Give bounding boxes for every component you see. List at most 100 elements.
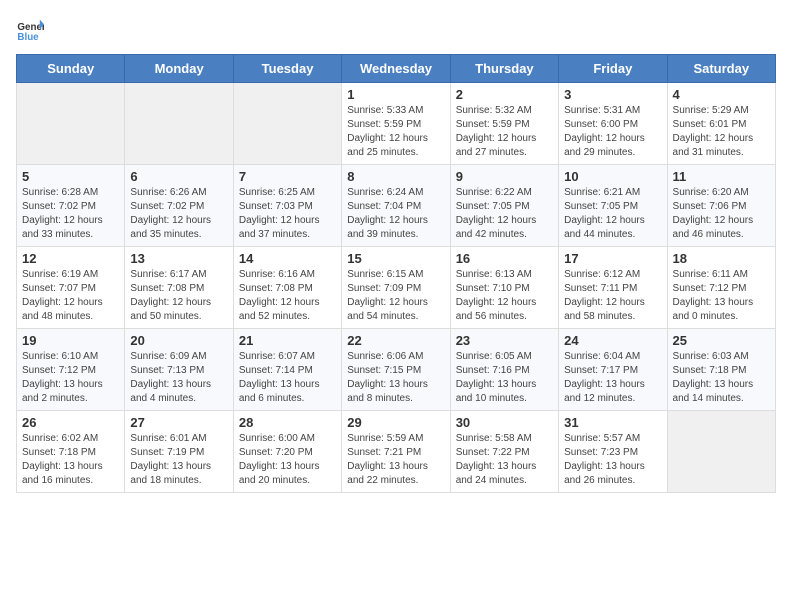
day-cell [667, 411, 775, 493]
day-info: Sunrise: 6:24 AM Sunset: 7:04 PM Dayligh… [347, 186, 444, 242]
day-cell: 6 Sunrise: 6:26 AM Sunset: 7:02 PM Daylig… [125, 165, 233, 247]
day-cell: 2Sunrise: 5:32 AM Sunset: 5:59 PM Daylig… [450, 83, 558, 165]
day-header-wednesday: Wednesday [342, 55, 450, 83]
day-cell: 18 Sunrise: 6:11 AM Sunset: 7:12 PM Dayli… [667, 247, 775, 329]
day-number: 13 [130, 251, 227, 266]
day-cell: 21 Sunrise: 6:07 AM Sunset: 7:14 PM Dayli… [233, 329, 341, 411]
day-cell: 31 Sunrise: 5:57 AM Sunset: 7:23 PM Dayli… [559, 411, 667, 493]
day-header-saturday: Saturday [667, 55, 775, 83]
day-info: Sunrise: 6:07 AM Sunset: 7:14 PM Dayligh… [239, 350, 336, 406]
week-row-5: 26 Sunrise: 6:02 AM Sunset: 7:18 PM Dayli… [17, 411, 776, 493]
day-number: 8 [347, 169, 444, 184]
day-number: 11 [673, 169, 770, 184]
day-info: Sunrise: 6:20 AM Sunset: 7:06 PM Dayligh… [673, 186, 770, 242]
day-cell: 3Sunrise: 5:31 AM Sunset: 6:00 PM Daylig… [559, 83, 667, 165]
day-info: Sunrise: 6:13 AM Sunset: 7:10 PM Dayligh… [456, 268, 553, 324]
day-number: 26 [22, 415, 119, 430]
day-cell: 23 Sunrise: 6:05 AM Sunset: 7:16 PM Dayli… [450, 329, 558, 411]
day-number: 24 [564, 333, 661, 348]
day-cell: 26 Sunrise: 6:02 AM Sunset: 7:18 PM Dayli… [17, 411, 125, 493]
day-number: 1 [347, 87, 444, 102]
day-number: 9 [456, 169, 553, 184]
day-cell: 25Sunrise: 6:03 AM Sunset: 7:18 PM Dayli… [667, 329, 775, 411]
day-info: Sunrise: 6:16 AM Sunset: 7:08 PM Dayligh… [239, 268, 336, 324]
day-number: 21 [239, 333, 336, 348]
day-header-tuesday: Tuesday [233, 55, 341, 83]
day-number: 4 [673, 87, 770, 102]
day-info: Sunrise: 6:03 AM Sunset: 7:18 PM Dayligh… [673, 350, 770, 406]
day-info: Sunrise: 5:57 AM Sunset: 7:23 PM Dayligh… [564, 432, 661, 488]
day-info: Sunrise: 6:22 AM Sunset: 7:05 PM Dayligh… [456, 186, 553, 242]
days-header-row: SundayMondayTuesdayWednesdayThursdayFrid… [17, 55, 776, 83]
day-number: 19 [22, 333, 119, 348]
day-cell: 15 Sunrise: 6:15 AM Sunset: 7:09 PM Dayli… [342, 247, 450, 329]
week-row-4: 19 Sunrise: 6:10 AM Sunset: 7:12 PM Dayli… [17, 329, 776, 411]
day-cell: 14 Sunrise: 6:16 AM Sunset: 7:08 PM Dayli… [233, 247, 341, 329]
day-cell: 27 Sunrise: 6:01 AM Sunset: 7:19 PM Dayli… [125, 411, 233, 493]
day-info: Sunrise: 6:26 AM Sunset: 7:02 PM Dayligh… [130, 186, 227, 242]
day-number: 6 [130, 169, 227, 184]
day-info: Sunrise: 6:06 AM Sunset: 7:15 PM Dayligh… [347, 350, 444, 406]
day-info: Sunrise: 6:28 AM Sunset: 7:02 PM Dayligh… [22, 186, 119, 242]
day-info: Sunrise: 6:05 AM Sunset: 7:16 PM Dayligh… [456, 350, 553, 406]
day-number: 10 [564, 169, 661, 184]
day-number: 22 [347, 333, 444, 348]
day-cell: 1 Sunrise: 5:33 AM Sunset: 5:59 PM Daylig… [342, 83, 450, 165]
day-info: Sunrise: 6:15 AM Sunset: 7:09 PM Dayligh… [347, 268, 444, 324]
day-number: 28 [239, 415, 336, 430]
day-info: Sunrise: 5:33 AM Sunset: 5:59 PM Dayligh… [347, 104, 444, 160]
day-cell: 11 Sunrise: 6:20 AM Sunset: 7:06 PM Dayli… [667, 165, 775, 247]
day-cell: 10 Sunrise: 6:21 AM Sunset: 7:05 PM Dayli… [559, 165, 667, 247]
day-info: Sunrise: 6:01 AM Sunset: 7:19 PM Dayligh… [130, 432, 227, 488]
day-number: 23 [456, 333, 553, 348]
day-cell: 20Sunrise: 6:09 AM Sunset: 7:13 PM Dayli… [125, 329, 233, 411]
day-cell: 16 Sunrise: 6:13 AM Sunset: 7:10 PM Dayli… [450, 247, 558, 329]
day-cell [125, 83, 233, 165]
day-cell: 8 Sunrise: 6:24 AM Sunset: 7:04 PM Daylig… [342, 165, 450, 247]
day-cell: 30Sunrise: 5:58 AM Sunset: 7:22 PM Dayli… [450, 411, 558, 493]
day-info: Sunrise: 6:10 AM Sunset: 7:12 PM Dayligh… [22, 350, 119, 406]
day-cell: 19 Sunrise: 6:10 AM Sunset: 7:12 PM Dayli… [17, 329, 125, 411]
calendar: SundayMondayTuesdayWednesdayThursdayFrid… [16, 54, 776, 493]
day-info: Sunrise: 6:02 AM Sunset: 7:18 PM Dayligh… [22, 432, 119, 488]
day-info: Sunrise: 5:59 AM Sunset: 7:21 PM Dayligh… [347, 432, 444, 488]
day-number: 27 [130, 415, 227, 430]
day-info: Sunrise: 6:21 AM Sunset: 7:05 PM Dayligh… [564, 186, 661, 242]
day-cell: 9 Sunrise: 6:22 AM Sunset: 7:05 PM Daylig… [450, 165, 558, 247]
day-number: 14 [239, 251, 336, 266]
week-row-3: 12Sunrise: 6:19 AM Sunset: 7:07 PM Dayli… [17, 247, 776, 329]
day-info: Sunrise: 6:11 AM Sunset: 7:12 PM Dayligh… [673, 268, 770, 324]
day-number: 18 [673, 251, 770, 266]
day-cell: 29 Sunrise: 5:59 AM Sunset: 7:21 PM Dayli… [342, 411, 450, 493]
day-number: 17 [564, 251, 661, 266]
day-number: 3 [564, 87, 661, 102]
svg-text:Blue: Blue [17, 32, 39, 43]
day-cell: 22 Sunrise: 6:06 AM Sunset: 7:15 PM Dayli… [342, 329, 450, 411]
day-number: 29 [347, 415, 444, 430]
day-cell: 4Sunrise: 5:29 AM Sunset: 6:01 PM Daylig… [667, 83, 775, 165]
day-info: Sunrise: 6:12 AM Sunset: 7:11 PM Dayligh… [564, 268, 661, 324]
day-info: Sunrise: 6:25 AM Sunset: 7:03 PM Dayligh… [239, 186, 336, 242]
day-number: 30 [456, 415, 553, 430]
day-cell [17, 83, 125, 165]
day-cell: 7 Sunrise: 6:25 AM Sunset: 7:03 PM Daylig… [233, 165, 341, 247]
day-cell: 5Sunrise: 6:28 AM Sunset: 7:02 PM Daylig… [17, 165, 125, 247]
day-info: Sunrise: 6:17 AM Sunset: 7:08 PM Dayligh… [130, 268, 227, 324]
day-number: 2 [456, 87, 553, 102]
day-header-sunday: Sunday [17, 55, 125, 83]
logo-icon: General Blue [16, 16, 44, 44]
day-cell: 28Sunrise: 6:00 AM Sunset: 7:20 PM Dayli… [233, 411, 341, 493]
day-number: 12 [22, 251, 119, 266]
logo: General Blue [16, 16, 48, 44]
day-number: 15 [347, 251, 444, 266]
day-header-thursday: Thursday [450, 55, 558, 83]
day-cell: 17 Sunrise: 6:12 AM Sunset: 7:11 PM Dayli… [559, 247, 667, 329]
day-cell: 13 Sunrise: 6:17 AM Sunset: 7:08 PM Dayli… [125, 247, 233, 329]
day-number: 16 [456, 251, 553, 266]
day-number: 7 [239, 169, 336, 184]
day-header-friday: Friday [559, 55, 667, 83]
day-number: 31 [564, 415, 661, 430]
day-header-monday: Monday [125, 55, 233, 83]
week-row-1: 1 Sunrise: 5:33 AM Sunset: 5:59 PM Daylig… [17, 83, 776, 165]
week-row-2: 5Sunrise: 6:28 AM Sunset: 7:02 PM Daylig… [17, 165, 776, 247]
